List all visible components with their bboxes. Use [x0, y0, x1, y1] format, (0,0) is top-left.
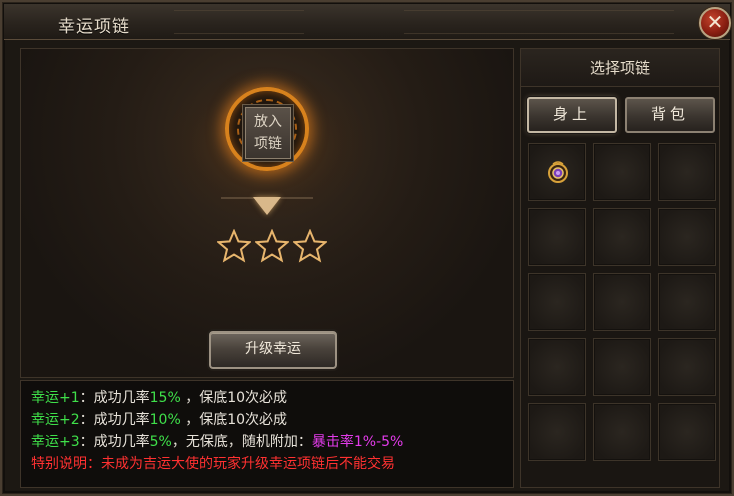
window-title: 幸运项链 — [58, 17, 130, 37]
info-line-luck-3: 幸运+3：成功几率5%，无保底，随机附加：暴击率1%-5% — [31, 431, 503, 453]
luck-level-tag: 幸运+1 — [31, 390, 80, 406]
tab-bag[interactable]: 背包 — [625, 97, 715, 133]
star-icon — [255, 229, 289, 263]
lucky-necklace-window: 幸运项链 ✕ 放入 项链 升级幸运 幸运+1：成功几率15% ，保底10次必成 … — [0, 0, 734, 496]
inventory-slot[interactable] — [593, 403, 651, 461]
rate-label: 成功几率 — [93, 434, 150, 450]
inventory-slot[interactable] — [528, 143, 586, 201]
info-line-luck-2: 幸运+2：成功几率10% ，保底10次必成 — [31, 409, 503, 431]
guarantee-text: ，保底10次必成 — [180, 412, 288, 428]
necklace-select-panel: 选择项链 身上 背包 — [520, 48, 720, 488]
necklace-grid — [528, 143, 716, 461]
tab-equipped[interactable]: 身上 — [527, 97, 617, 133]
title-bar[interactable]: 幸运项链 ✕ — [4, 4, 731, 40]
guarantee-text: ，保底10次必成 — [180, 390, 288, 406]
amulet-icon[interactable] — [546, 160, 570, 184]
star-icon — [217, 229, 251, 263]
upgrade-info: 幸运+1：成功几率15% ，保底10次必成 幸运+2：成功几率10% ，保底10… — [20, 380, 514, 488]
special-note: 特别说明：未成为吉运大使的玩家升级幸运项链后不能交易 — [31, 456, 395, 472]
slot-label-line1: 放入 — [254, 114, 282, 130]
inventory-slot[interactable] — [528, 403, 586, 461]
inventory-slot[interactable] — [528, 338, 586, 396]
guarantee-text: ，无保底，随机附加： — [171, 434, 312, 450]
separator: ： — [79, 390, 94, 406]
inventory-slot[interactable] — [658, 208, 716, 266]
info-line-luck-1: 幸运+1：成功几率15% ，保底10次必成 — [31, 387, 503, 409]
separator: ： — [79, 434, 94, 450]
inventory-slot[interactable] — [528, 273, 586, 331]
inventory-slot[interactable] — [658, 403, 716, 461]
success-rate: 5% — [149, 434, 172, 450]
inventory-slot[interactable] — [593, 273, 651, 331]
rate-label: 成功几率 — [93, 390, 150, 406]
inventory-slot[interactable] — [593, 143, 651, 201]
upgrade-panel: 放入 项链 升级幸运 — [20, 48, 514, 378]
inventory-slot[interactable] — [593, 338, 651, 396]
title-ornament-right — [404, 10, 674, 34]
inventory-slot[interactable] — [658, 143, 716, 201]
star-icon — [293, 229, 327, 263]
luck-level-tag: 幸运+2 — [31, 412, 80, 428]
inventory-slot[interactable] — [658, 273, 716, 331]
inventory-slot[interactable] — [528, 208, 586, 266]
star-rating — [217, 229, 327, 265]
slot-label-line2: 项链 — [254, 136, 282, 152]
rate-label: 成功几率 — [93, 412, 150, 428]
arrow-down-icon — [253, 197, 281, 215]
upgrade-luck-button[interactable]: 升级幸运 — [209, 331, 337, 369]
success-rate: 10% — [149, 412, 181, 428]
necklace-drop-slot[interactable]: 放入 项链 — [245, 107, 291, 159]
title-ornament-left — [174, 10, 304, 34]
bonus-crit-rate: 暴击率1%-5% — [311, 434, 404, 450]
inventory-slot[interactable] — [593, 208, 651, 266]
select-necklace-title: 选择项链 — [521, 49, 719, 87]
inventory-slot[interactable] — [658, 338, 716, 396]
luck-level-tag: 幸运+3 — [31, 434, 80, 450]
success-rate: 15% — [149, 390, 181, 406]
close-button[interactable]: ✕ — [699, 7, 731, 39]
separator: ： — [79, 412, 94, 428]
